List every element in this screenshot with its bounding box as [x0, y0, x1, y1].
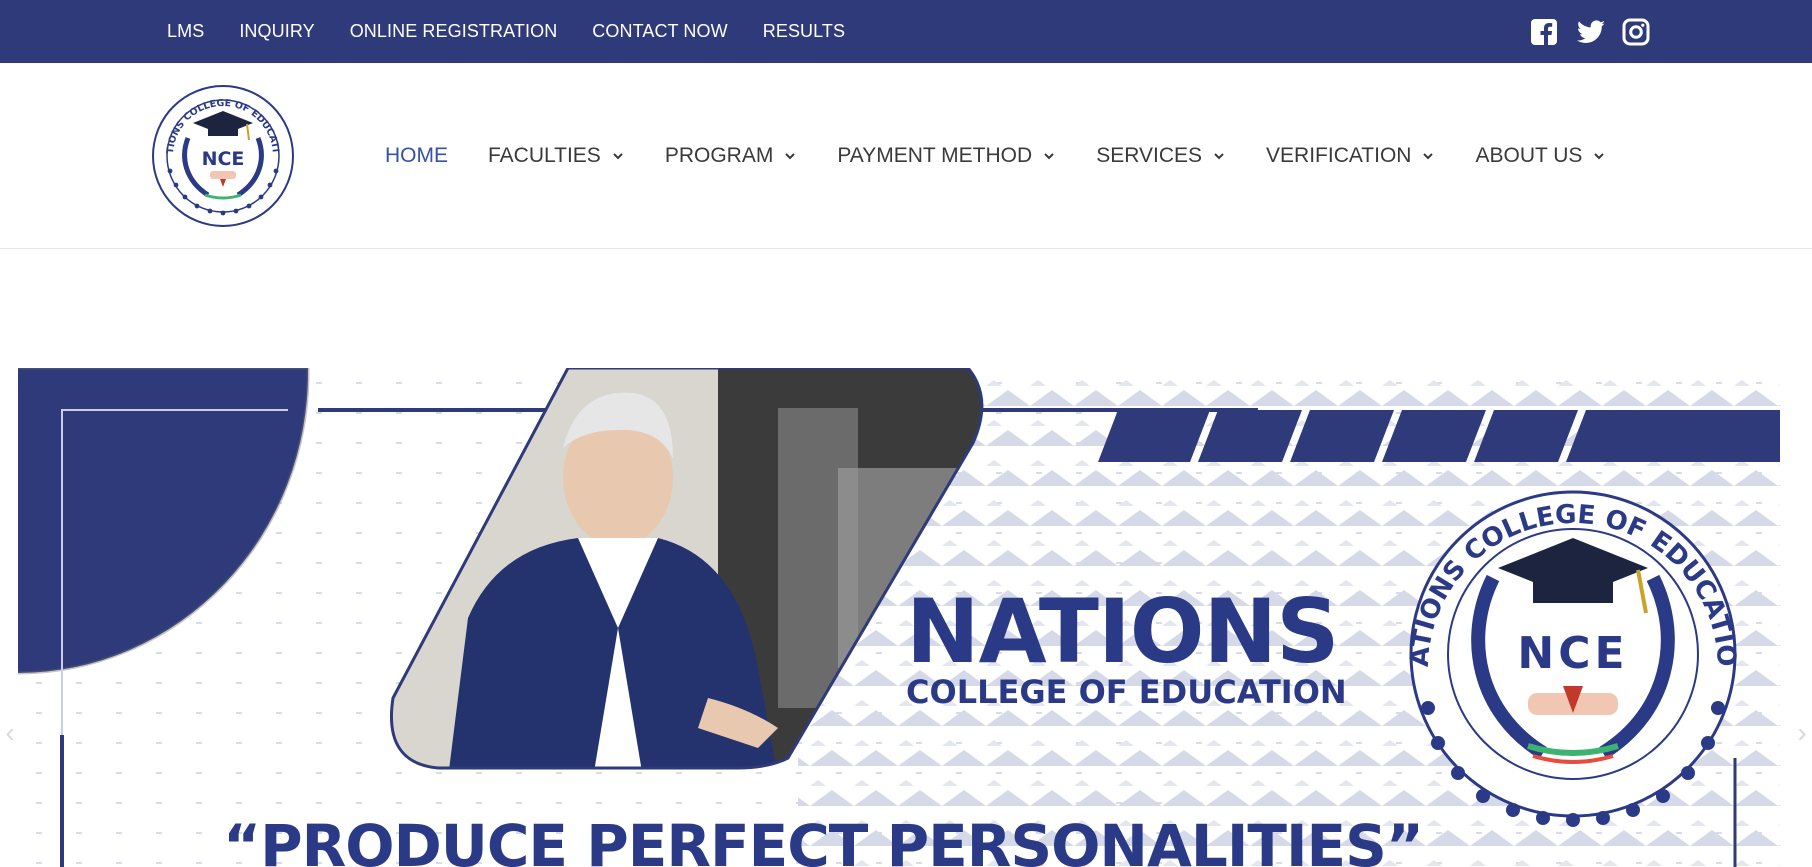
top-links: LMS INQUIRY ONLINE REGISTRATION CONTACT … — [167, 0, 880, 63]
twitter-icon[interactable] — [1576, 18, 1605, 46]
facebook-icon[interactable] — [1530, 18, 1558, 46]
nav-home[interactable]: HOME — [385, 144, 448, 168]
nav-payment-method-label: PAYMENT METHOD — [837, 143, 1033, 167]
top-link-inquiry[interactable]: INQUIRY — [239, 21, 314, 42]
nav-verification[interactable]: VERIFICATION — [1266, 144, 1435, 168]
chevron-down-icon — [1423, 152, 1434, 159]
slider-prev-arrow[interactable]: ‹ — [0, 718, 20, 748]
top-link-lms[interactable]: LMS — [167, 21, 204, 42]
seal-abbr: NCE — [1517, 628, 1628, 679]
social-icons — [1530, 18, 1650, 46]
main-nav: HOME FACULTIES PROGRAM PAYMENT METHOD SE… — [385, 63, 1646, 248]
nav-program[interactable]: PROGRAM — [665, 144, 798, 168]
site-header: NATIONS COLLEGE OF EDUCATION NCE HOME — [0, 63, 1812, 249]
nav-home-label: HOME — [385, 143, 448, 167]
hero-graphic: NATIONS COLLEGE OF EDUCATION NCE — [18, 368, 1780, 867]
top-link-contact-now[interactable]: CONTACT NOW — [592, 21, 727, 42]
nav-about-us[interactable]: ABOUT US — [1475, 144, 1606, 168]
nav-program-label: PROGRAM — [664, 143, 774, 167]
top-link-online-registration[interactable]: ONLINE REGISTRATION — [350, 21, 558, 42]
logo-abbr: NCE — [202, 148, 245, 170]
nav-services[interactable]: SERVICES — [1096, 144, 1226, 168]
hero-banner: NATIONS COLLEGE OF EDUCATION NCE NATIONS… — [18, 368, 1780, 867]
chevron-down-icon — [1214, 152, 1224, 159]
hero-subtitle: COLLEGE OF EDUCATION — [906, 673, 1347, 711]
nav-faculties-label: FACULTIES — [488, 143, 601, 167]
chevron-down-icon — [1044, 152, 1054, 159]
nav-payment-method[interactable]: PAYMENT METHOD — [837, 144, 1056, 168]
top-link-results[interactable]: RESULTS — [763, 21, 845, 42]
college-logo[interactable]: NATIONS COLLEGE OF EDUCATION NCE — [146, 75, 296, 229]
instagram-icon[interactable] — [1622, 18, 1650, 46]
nav-about-us-label: ABOUT US — [1475, 143, 1583, 167]
hero-title: NATIONS — [906, 580, 1340, 683]
chevron-down-icon — [1594, 152, 1605, 159]
nav-faculties[interactable]: FACULTIES — [488, 144, 625, 168]
top-bar: LMS INQUIRY ONLINE REGISTRATION CONTACT … — [0, 0, 1812, 63]
slider-next-arrow[interactable]: › — [1792, 718, 1812, 748]
chevron-down-icon — [613, 152, 623, 159]
chevron-down-icon — [785, 152, 796, 159]
nav-verification-label: VERIFICATION — [1266, 143, 1412, 167]
nav-services-label: SERVICES — [1096, 143, 1203, 167]
hero-slogan: “PRODUCE PERFECT PERSONALITIES” — [223, 812, 1424, 867]
